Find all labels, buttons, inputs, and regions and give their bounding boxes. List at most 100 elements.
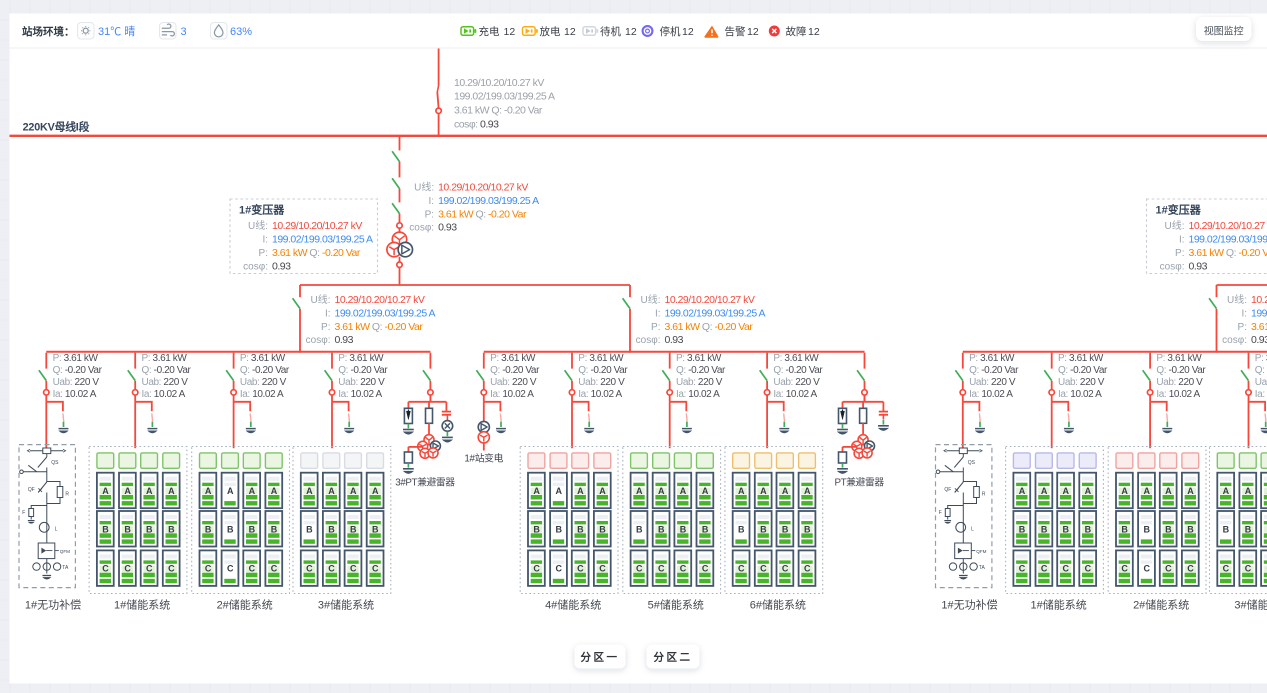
svg-text:C: C (577, 564, 584, 574)
svg-text:Ia: 10.02 A: Ia: 10.02 A (676, 389, 720, 400)
svg-text:3#PT兼避雷器: 3#PT兼避雷器 (395, 476, 455, 489)
svg-text:C: C (533, 564, 540, 574)
svg-text:QF: QF (944, 487, 951, 493)
svg-text:3: 3 (181, 26, 187, 38)
svg-text:Uab: 220 V: Uab: 220 V (142, 377, 189, 388)
svg-text:I:: I: (1241, 308, 1247, 319)
svg-text:B: B (1041, 524, 1048, 534)
svg-text:C: C (124, 564, 131, 574)
svg-text:P: 3.61 kW: P: 3.61 kW (142, 353, 188, 364)
svg-text:A: A (680, 486, 687, 496)
svg-text:Uab: 220 V: Uab: 220 V (676, 377, 723, 388)
svg-text:cosφ:: cosφ: (636, 335, 661, 346)
svg-text:5#储能系统: 5#储能系统 (648, 597, 704, 611)
svg-text:U线:: U线: (1165, 219, 1185, 232)
svg-text:P:: P: (425, 209, 434, 220)
svg-text:分区二: 分区二 (654, 651, 693, 664)
svg-text:2#储能系统: 2#储能系统 (1133, 597, 1189, 611)
svg-text:I:: I: (1179, 235, 1185, 246)
svg-text:A: A (1121, 486, 1128, 496)
svg-text:199.02/199.03/199.25 A: 199.02/199.03/199.25 A (665, 307, 766, 319)
svg-text:C: C (146, 564, 153, 574)
svg-text:1#站变电: 1#站变电 (464, 452, 503, 465)
svg-text:Q: -0.20 Var: Q: -0.20 Var (1255, 365, 1267, 376)
svg-text:TA: TA (62, 565, 69, 571)
svg-text:B: B (738, 524, 745, 534)
svg-text:12: 12 (808, 26, 820, 38)
svg-text:L: L (55, 527, 58, 533)
svg-text:QF: QF (28, 487, 35, 493)
svg-text:Ia: 10.02 A: Ia: 10.02 A (773, 389, 817, 400)
svg-text:TA: TA (979, 565, 986, 571)
svg-text:Ia: 10.02 A: Ia: 10.02 A (338, 389, 382, 400)
svg-text:C: C (227, 564, 234, 574)
svg-text:Uab: 220 V: Uab: 220 V (490, 377, 537, 388)
svg-text:I:: I: (262, 235, 268, 246)
svg-text:B: B (658, 524, 665, 534)
svg-text:A: A (1063, 486, 1070, 496)
svg-text:B: B (555, 524, 562, 534)
svg-text:故障: 故障 (786, 25, 807, 38)
svg-text:Q: -0.20 Var: Q: -0.20 Var (1058, 365, 1108, 376)
svg-text:A: A (577, 486, 584, 496)
svg-text:3.61 kW Q: -0.20 Var: 3.61 kW Q: -0.20 Var (272, 247, 361, 259)
svg-text:U线:: U线: (311, 293, 331, 306)
svg-text:12: 12 (504, 26, 516, 38)
svg-text:Uab: 220 V: Uab: 220 V (969, 377, 1016, 388)
svg-text:C: C (350, 564, 357, 574)
svg-text:cosφ:: cosφ: (1222, 335, 1247, 346)
svg-text:B: B (1187, 524, 1194, 534)
svg-text:10.29/10.20/10.27 kV: 10.29/10.20/10.27 kV (335, 294, 425, 306)
svg-text:P: 3.61 kW: P: 3.61 kW (240, 353, 286, 364)
svg-text:A: A (1187, 486, 1194, 496)
svg-text:Q: -0.20 Var: Q: -0.20 Var (969, 365, 1019, 376)
svg-text:Uab: 220 V: Uab: 220 V (578, 377, 625, 388)
svg-text:cosφ:: cosφ: (243, 262, 268, 273)
svg-text:Ia: 10.02 A: Ia: 10.02 A (1156, 389, 1200, 400)
svg-text:C: C (804, 564, 811, 574)
svg-text:QS: QS (51, 460, 59, 466)
svg-text:C: C (599, 564, 606, 574)
svg-text:P: 3.61 kW: P: 3.61 kW (578, 353, 624, 364)
svg-text:C: C (271, 564, 278, 574)
svg-text:充电: 充电 (479, 25, 500, 38)
svg-text:Q: -0.20 Var: Q: -0.20 Var (676, 365, 726, 376)
svg-text:10.29/10.20/10.27 kV: 10.29/10.20/10.27 kV (438, 182, 528, 194)
svg-text:Q: -0.20 Var: Q: -0.20 Var (338, 365, 388, 376)
svg-text:P: 3.61 kW: P: 3.61 kW (490, 353, 536, 364)
svg-text:B: B (1063, 524, 1070, 534)
svg-text:A: A (702, 486, 709, 496)
svg-text:A: A (1245, 486, 1252, 496)
svg-text:B: B (636, 524, 643, 534)
svg-text:10.29/10.20/10.27 kV: 10.29/10.20/10.27 kV (665, 294, 755, 306)
svg-text:P: 3.61 kW: P: 3.61 kW (53, 353, 99, 364)
svg-text:2#储能系统: 2#储能系统 (217, 597, 273, 611)
svg-text:Q: -0.20 Var: Q: -0.20 Var (53, 365, 103, 376)
svg-text:3.61 kW Q: -0.20 Var: 3.61 kW Q: -0.20 Var (1189, 247, 1267, 259)
svg-text:B: B (249, 524, 256, 534)
svg-text:U线:: U线: (414, 181, 434, 194)
svg-text:C: C (680, 564, 687, 574)
svg-text:F: F (22, 510, 25, 516)
svg-text:B: B (1165, 524, 1172, 534)
svg-text:待机: 待机 (600, 25, 621, 38)
svg-text:0.93: 0.93 (1251, 334, 1267, 346)
svg-text:P:: P: (651, 322, 660, 333)
svg-text:Ia: 10.02 A: Ia: 10.02 A (969, 389, 1013, 400)
svg-text:B: B (328, 524, 335, 534)
svg-text:3.61 kW Q: -0.20 Var: 3.61 kW Q: -0.20 Var (454, 105, 543, 117)
svg-text:放电: 放电 (540, 25, 561, 38)
svg-text:C: C (328, 564, 335, 574)
svg-text:0.93: 0.93 (335, 334, 354, 346)
svg-text:12: 12 (564, 26, 576, 38)
svg-text:C: C (372, 564, 379, 574)
svg-text:12: 12 (682, 26, 694, 38)
svg-text:C: C (1223, 564, 1230, 574)
svg-text:B: B (804, 524, 811, 534)
svg-text:P:: P: (259, 248, 268, 259)
svg-text:199.02/199.03/199.25 A: 199.02/199.03/199.25 A (438, 195, 539, 207)
svg-text:视图监控: 视图监控 (1204, 25, 1244, 38)
svg-text:0.93: 0.93 (1189, 261, 1208, 273)
svg-text:B: B (372, 524, 379, 534)
svg-text:Ia: 10.02 A: Ia: 10.02 A (490, 389, 534, 400)
